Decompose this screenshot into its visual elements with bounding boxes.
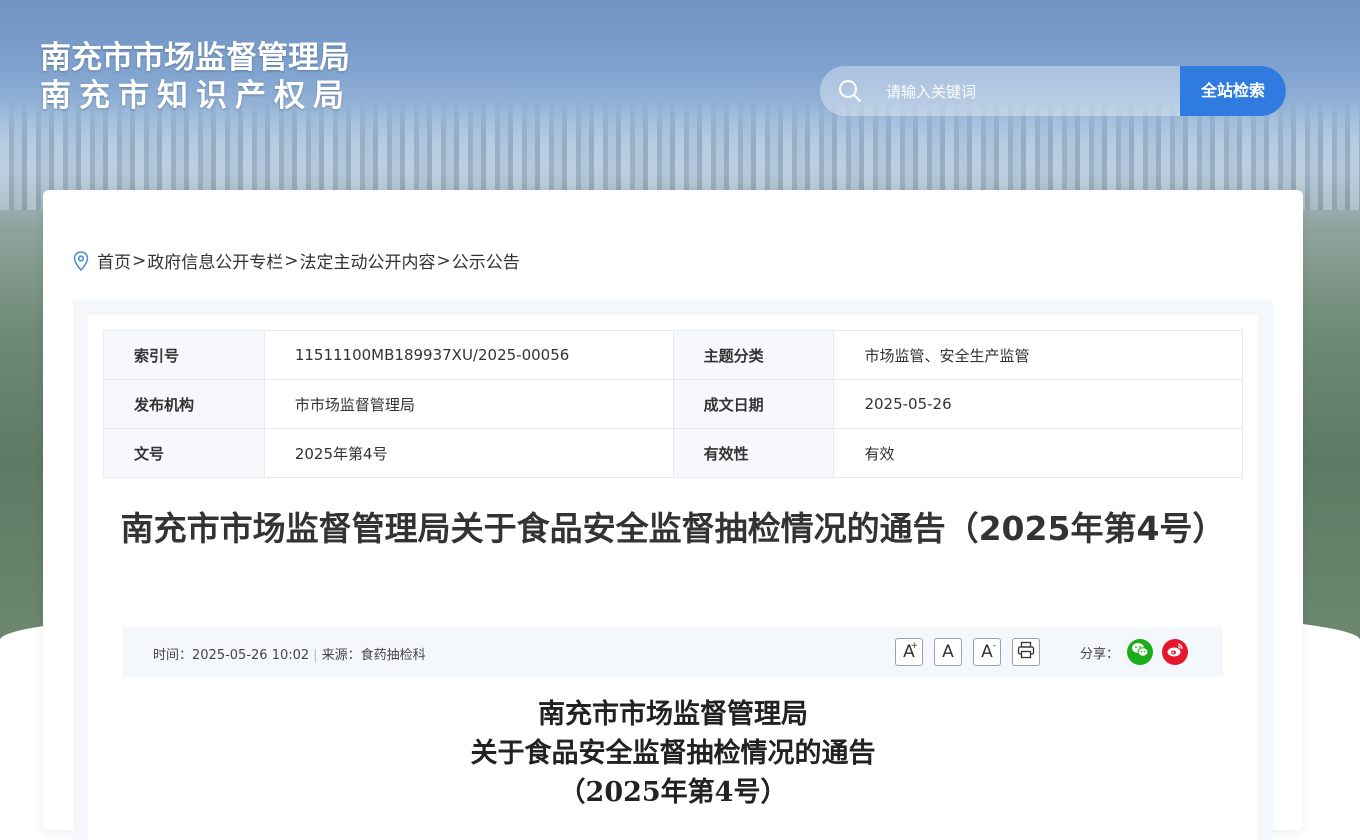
document-heading-line3: （2025年第4号） — [558, 777, 788, 808]
article-container: 索引号 11511100MB189937XU/2025-00056 主题分类 市… — [73, 300, 1273, 840]
font-increase-button[interactable]: A + — [895, 638, 923, 666]
doc-number-value: 2025年第4号 — [263, 428, 674, 478]
printer-icon — [1017, 641, 1035, 664]
metadata-table: 索引号 11511100MB189937XU/2025-00056 主题分类 市… — [103, 330, 1243, 478]
search-icon — [838, 79, 862, 103]
content-panel: 首页 > 政府信息公开专栏 > 法定主动公开内容 > 公示公告 索引号 1151… — [43, 190, 1303, 840]
minus-mark: - — [992, 641, 996, 651]
written-date-value: 2025-05-26 — [833, 379, 1243, 429]
wechat-share-button[interactable] — [1127, 639, 1153, 665]
validity-value: 有效 — [833, 428, 1243, 478]
article-info-bar: 时间：2025-05-26 10:02 | 来源：食药抽检科 A + A A- 分享： — [123, 627, 1223, 677]
topic-category-value: 市场监管、安全生产监管 — [833, 330, 1243, 380]
table-row: 文号 2025年第4号 有效性 有效 — [103, 428, 1243, 478]
validity-label: 有效性 — [672, 428, 835, 478]
breadcrumb: 首页 > 政府信息公开专栏 > 法定主动公开内容 > 公示公告 — [73, 248, 520, 273]
site-search-button[interactable]: 全站检索 — [1180, 66, 1286, 116]
table-row: 索引号 11511100MB189937XU/2025-00056 主题分类 市… — [103, 330, 1243, 380]
font-reset-label: A — [942, 642, 954, 662]
breadcrumb-announcements[interactable]: 公示公告 — [452, 248, 520, 273]
topic-category-label: 主题分类 — [672, 330, 835, 380]
publisher-value: 市市场监督管理局 — [263, 379, 674, 429]
print-button[interactable] — [1012, 638, 1040, 666]
breadcrumb-home[interactable]: 首页 — [97, 248, 131, 273]
document-heading: 南充市市场监督管理局 关于食品安全监督抽检情况的通告 （2025年第4号） — [118, 695, 1228, 812]
table-row: 发布机构 市市场监督管理局 成文日期 2025-05-26 — [103, 379, 1243, 429]
source-label: 来源： — [321, 648, 361, 663]
site-title-line2: 南充市知识产权局 — [40, 78, 352, 114]
search-bar: 全站检索 — [820, 66, 1286, 116]
article-title: 南充市市场监督管理局关于食品安全监督抽检情况的通告（2025年第4号） — [120, 509, 1226, 548]
article-tools: A + A A- — [895, 638, 1051, 666]
breadcrumb-separator: > — [436, 250, 451, 271]
wechat-icon — [1131, 642, 1149, 662]
document-heading-line1: 南充市市场监督管理局 — [538, 699, 808, 730]
index-number-label: 索引号 — [103, 330, 265, 380]
font-decrease-label: A — [981, 642, 993, 662]
publish-time: 2025-05-26 10:02 — [192, 648, 310, 663]
publisher-label: 发布机构 — [103, 379, 265, 429]
divider: | — [313, 648, 318, 663]
weibo-share-button[interactable] — [1162, 639, 1188, 665]
breadcrumb-separator: > — [284, 250, 299, 271]
index-number-value: 11511100MB189937XU/2025-00056 — [263, 330, 674, 380]
location-pin-icon — [73, 250, 89, 271]
document-heading-line2: 关于食品安全监督抽检情况的通告 — [470, 738, 876, 769]
search-input[interactable] — [884, 66, 1178, 116]
breadcrumb-gov-info[interactable]: 政府信息公开专栏 — [147, 248, 283, 273]
article-body: 索引号 11511100MB189937XU/2025-00056 主题分类 市… — [88, 315, 1258, 840]
written-date-label: 成文日期 — [672, 379, 835, 429]
font-reset-button[interactable]: A — [934, 638, 962, 666]
article-meta-info: 时间：2025-05-26 10:02 | 来源：食药抽检科 — [153, 644, 426, 663]
plus-mark: + — [910, 641, 918, 651]
font-decrease-button[interactable]: A- — [973, 638, 1001, 666]
site-title-line1: 南充市市场监督管理局 — [40, 40, 350, 76]
weibo-icon — [1166, 642, 1184, 662]
breadcrumb-separator: > — [132, 250, 147, 271]
breadcrumb-legal-content[interactable]: 法定主动公开内容 — [300, 248, 436, 273]
site-logo-title[interactable]: 南充市市场监督管理局 南充市知识产权局 — [40, 40, 352, 116]
time-label: 时间： — [153, 648, 193, 663]
doc-number-label: 文号 — [103, 428, 265, 478]
source-value: 食药抽检科 — [360, 648, 426, 663]
share-label: 分享： — [1080, 647, 1120, 662]
